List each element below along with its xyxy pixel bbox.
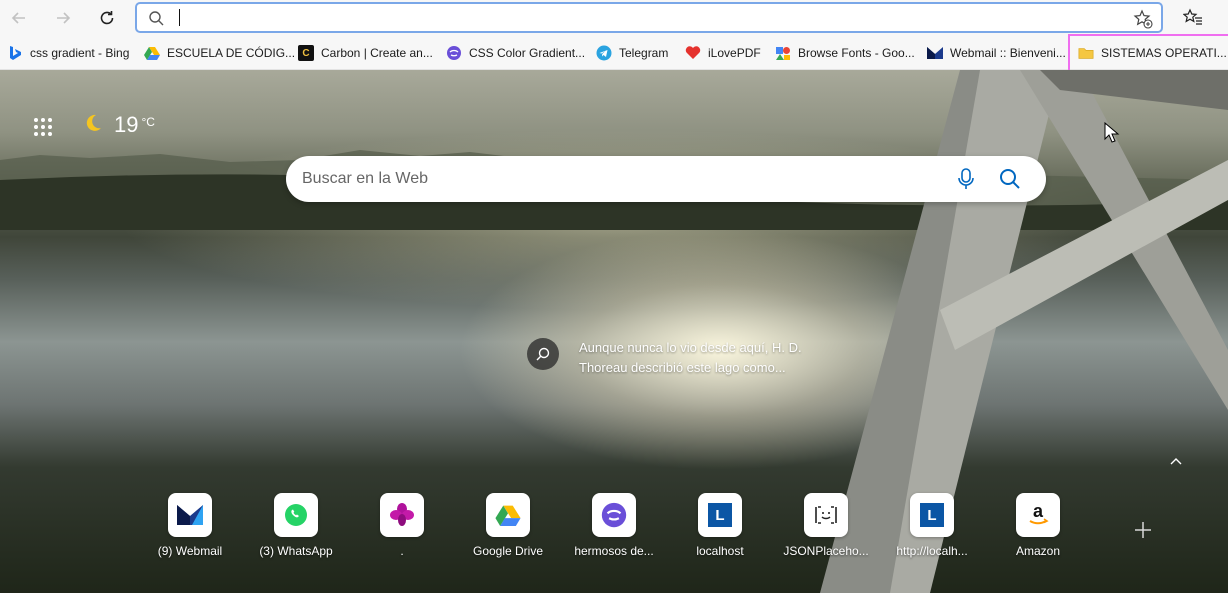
- bookmark-label: Carbon | Create an...: [321, 46, 433, 60]
- quick-link-icon-box: L: [698, 493, 742, 537]
- search-icon: [149, 11, 164, 26]
- bookmarks-bar: css gradient - Bing ESCUELA DE CÓDIG... …: [0, 34, 1228, 72]
- bookmark-label: Browse Fonts - Goo...: [798, 46, 915, 60]
- favorites-button[interactable]: [1180, 5, 1206, 31]
- bookmark-label: Telegram: [619, 46, 669, 60]
- quick-link-amazon[interactable]: a Amazon: [988, 493, 1088, 558]
- quick-link-localhost[interactable]: L localhost: [670, 493, 770, 558]
- quick-link-icon-box: [804, 493, 848, 537]
- google-drive-icon: [495, 505, 521, 526]
- bookmark-browse-fonts[interactable]: Browse Fonts - Goo...: [775, 42, 915, 64]
- search-icon[interactable]: [998, 167, 1022, 191]
- refresh-icon: [100, 11, 114, 25]
- bookmark-ilovepdf[interactable]: iLovePDF: [685, 42, 761, 64]
- quick-link-label: localhost: [696, 544, 744, 558]
- refresh-button[interactable]: [94, 5, 120, 31]
- svg-text:a: a: [1033, 502, 1044, 521]
- bookmark-css-color-gradient[interactable]: CSS Color Gradient...: [446, 42, 585, 64]
- image-caption[interactable]: Aunque nunca lo vio desde aquí, H. D. Th…: [527, 338, 839, 378]
- quick-link-icon-box: [274, 493, 318, 537]
- address-bar[interactable]: [135, 2, 1163, 33]
- new-tab-page: 19 °C Buscar en la Web Aunque nunca lo v…: [0, 70, 1228, 593]
- bookmark-label: iLovePDF: [708, 46, 761, 60]
- webmail-icon: [927, 45, 943, 61]
- gradient-icon: [446, 45, 462, 61]
- letter-l-icon: L: [920, 503, 944, 527]
- moon-icon: [86, 114, 101, 131]
- mouse-cursor-icon: [1104, 122, 1120, 143]
- chevron-up-icon[interactable]: [1168, 454, 1184, 470]
- apps-launcher-button[interactable]: [30, 114, 56, 140]
- image-search-button[interactable]: [527, 338, 559, 370]
- temperature-unit: °C: [141, 115, 155, 129]
- bookmark-folder-sistemas[interactable]: SISTEMAS OPERATI...: [1068, 34, 1228, 72]
- bookmark-label: SISTEMAS OPERATI...: [1101, 46, 1227, 60]
- quick-link-webmail[interactable]: (9) Webmail: [140, 493, 240, 558]
- add-favorite-icon[interactable]: [1133, 9, 1153, 29]
- back-button[interactable]: [6, 5, 32, 31]
- microphone-icon[interactable]: [956, 167, 976, 191]
- text-caret: [179, 9, 180, 26]
- quick-link-icon-box: [168, 493, 212, 537]
- add-shortcut-icon[interactable]: [1133, 520, 1153, 540]
- web-search-box[interactable]: Buscar en la Web: [286, 156, 1046, 202]
- arrow-right-icon: [57, 12, 71, 24]
- bookmark-webmail[interactable]: Webmail :: Bienveni...: [927, 42, 1066, 64]
- bookmark-carbon[interactable]: C Carbon | Create an...: [298, 42, 433, 64]
- magnifier-icon: [536, 347, 550, 361]
- quick-link-icon-box: [592, 493, 636, 537]
- forward-button[interactable]: [50, 5, 76, 31]
- browser-toolbar: [0, 0, 1228, 36]
- search-placeholder: Buscar en la Web: [302, 170, 428, 187]
- bookmark-label: css gradient - Bing: [30, 46, 130, 60]
- caption-text[interactable]: Aunque nunca lo vio desde aquí, H. D. Th…: [579, 338, 839, 378]
- quick-link-label: (3) WhatsApp: [259, 544, 333, 558]
- whatsapp-icon: [285, 504, 307, 526]
- quick-link-icon-box: [486, 493, 530, 537]
- amazon-icon: a: [1029, 502, 1049, 525]
- quick-link-icon-box: L: [910, 493, 954, 537]
- quick-link-label: http://localh...: [896, 544, 968, 558]
- quick-link-label: hermosos de...: [574, 544, 654, 558]
- quick-link-hermosos[interactable]: hermosos de...: [564, 493, 664, 558]
- ilovepdf-icon: [685, 45, 701, 61]
- quick-link-label: .: [400, 544, 404, 558]
- quick-link-jsonplaceholder[interactable]: JSONPlaceho...: [776, 493, 876, 558]
- temperature-value: 19: [114, 112, 139, 137]
- grid-icon: [34, 118, 52, 136]
- bookmark-label: ESCUELA DE CÓDIG...: [167, 46, 296, 60]
- quick-link-label: Google Drive: [472, 544, 544, 558]
- webmail-icon: [177, 505, 203, 525]
- quick-link-localhost-2[interactable]: L http://localh...: [882, 493, 982, 558]
- quick-link-orchid[interactable]: .: [352, 493, 452, 558]
- bookmark-telegram[interactable]: Telegram: [596, 42, 668, 64]
- letter-l-icon: L: [708, 503, 732, 527]
- quick-link-label: JSONPlaceho...: [783, 544, 869, 558]
- weather-widget[interactable]: 19 °C: [82, 112, 155, 138]
- carbon-icon: C: [298, 45, 314, 61]
- bing-icon: [7, 45, 23, 61]
- google-fonts-icon: [775, 45, 791, 61]
- bookmark-label: CSS Color Gradient...: [469, 46, 586, 60]
- quick-link-icon-box: a: [1016, 493, 1060, 537]
- arrow-left-icon: [11, 12, 25, 24]
- bookmark-css-gradient[interactable]: css gradient - Bing: [7, 42, 129, 64]
- gradient-icon: [601, 502, 627, 528]
- quick-link-whatsapp[interactable]: (3) WhatsApp: [246, 493, 346, 558]
- quick-link-google-drive[interactable]: Google Drive: [458, 493, 558, 558]
- bookmark-escuela[interactable]: ESCUELA DE CÓDIG...: [144, 42, 295, 64]
- favorites-list-icon: [1183, 8, 1202, 25]
- google-drive-icon: [144, 45, 160, 61]
- quick-link-label: Amazon: [1015, 544, 1061, 558]
- folder-icon: [1078, 45, 1094, 61]
- bookmark-label: Webmail :: Bienveni...: [950, 46, 1066, 60]
- quick-link-label: (9) Webmail: [157, 544, 223, 558]
- telegram-icon: [596, 45, 612, 61]
- orchid-icon: [390, 503, 414, 526]
- json-icon: [815, 506, 837, 524]
- quick-link-icon-box: [380, 493, 424, 537]
